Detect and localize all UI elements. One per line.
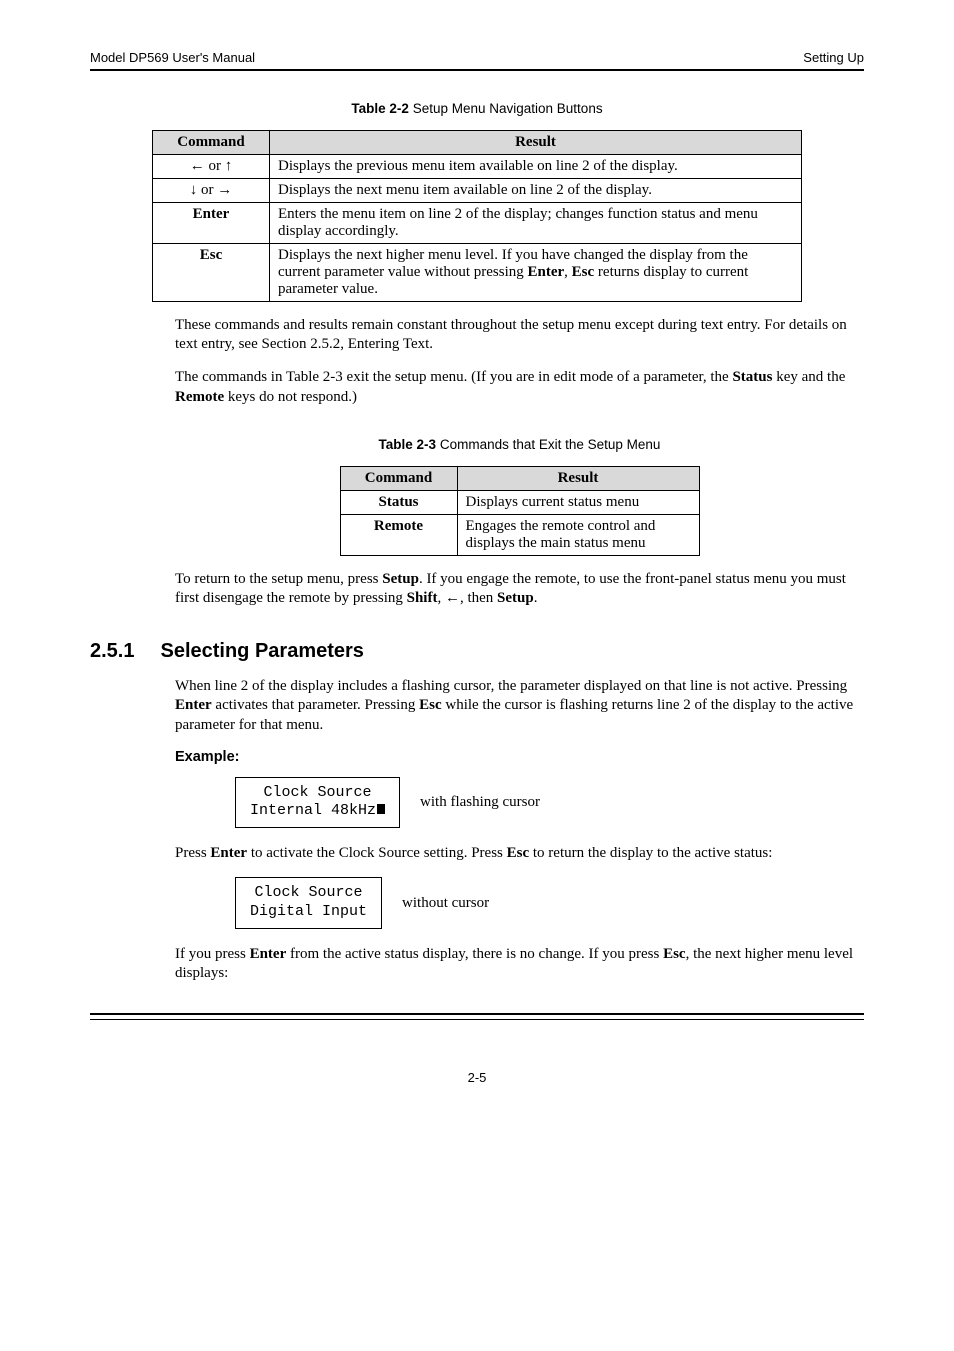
text: . [534, 590, 538, 606]
section-title: Selecting Parameters [160, 640, 363, 663]
result-cell: Enters the menu item on line 2 of the di… [270, 203, 802, 244]
cmd-cell: Remote [340, 514, 457, 555]
text: Press [175, 845, 210, 861]
caption-bold: Table 2-2 [351, 101, 409, 116]
bold: Enter [528, 264, 565, 280]
bold: Esc [507, 845, 530, 861]
cmd-cell: Enter [153, 203, 270, 244]
lcd-line-2: Digital Input [250, 903, 367, 922]
text: , ←, then [437, 590, 497, 606]
bold: Enter [210, 845, 247, 861]
table-2-2-caption: Table 2-2 Setup Menu Navigation Buttons [90, 101, 864, 116]
result-cell: Displays current status menu [457, 490, 699, 514]
lcd-note: without cursor [402, 895, 489, 912]
text: To return to the setup menu, press [175, 571, 382, 587]
bold: Setup [382, 571, 419, 587]
table-row: Esc Displays the next higher menu level.… [153, 244, 802, 302]
table-row: Remote Engages the remote control and di… [340, 514, 699, 555]
lcd-example-2: Clock Source Digital Input without curso… [235, 877, 864, 929]
bold: Setup [497, 590, 534, 606]
result-cell: Displays the next menu item available on… [270, 179, 802, 203]
caption-bold: Table 2-3 [379, 437, 437, 452]
page: Model DP569 User's Manual Setting Up Tab… [0, 0, 954, 1351]
caption-rest: Setup Menu Navigation Buttons [413, 101, 603, 116]
header-left: Model DP569 User's Manual [90, 50, 255, 65]
paragraph: These commands and results remain consta… [175, 316, 864, 354]
lcd-line-1: Clock Source [250, 784, 385, 803]
text: , [564, 264, 572, 280]
text: Internal 48kHz [250, 802, 376, 819]
header-rule [90, 69, 864, 71]
text: key and the [772, 369, 845, 385]
footer-rule-thick [90, 1013, 864, 1015]
paragraph: Press Enter to activate the Clock Source… [175, 844, 864, 863]
cursor-icon [377, 804, 385, 814]
lcd-line-2: Internal 48kHz [250, 802, 385, 821]
table-2-2: Command Result ← or ↑ Displays the previ… [152, 130, 802, 302]
paragraph: The commands in Table 2-3 exit the setup… [175, 368, 864, 406]
body-content: When line 2 of the display includes a fl… [175, 677, 864, 983]
table-row: Status Displays current status menu [340, 490, 699, 514]
col-header-command: Command [153, 131, 270, 155]
bold: Enter [175, 697, 212, 713]
header-right: Setting Up [803, 50, 864, 65]
text: keys do not respond.) [224, 389, 357, 405]
lcd-display: Clock Source Internal 48kHz [235, 777, 400, 829]
lcd-line-1: Clock Source [250, 884, 367, 903]
paragraph: To return to the setup menu, press Setup… [175, 570, 864, 608]
cmd-cell: Status [340, 490, 457, 514]
bold: Esc [419, 697, 442, 713]
example-label: Example: [175, 749, 864, 765]
text: to activate the Clock Source setting. Pr… [247, 845, 507, 861]
table-row: ← or ↑ Displays the previous menu item a… [153, 155, 802, 179]
bold: Esc [572, 264, 595, 280]
result-cell: Displays the next higher menu level. If … [270, 244, 802, 302]
text: The commands in Table 2-3 exit the setup… [175, 369, 732, 385]
section-heading: 2.5.1 Selecting Parameters [90, 640, 864, 663]
text: to return the display to the active stat… [529, 845, 772, 861]
bold: Remote [175, 389, 224, 405]
col-header-result: Result [457, 466, 699, 490]
table-row: Command Result [153, 131, 802, 155]
text: from the active status display, there is… [286, 946, 663, 962]
result-cell: Displays the previous menu item availabl… [270, 155, 802, 179]
caption-rest: Commands that Exit the Setup Menu [440, 437, 661, 452]
table-row: ↓ or → Displays the next menu item avail… [153, 179, 802, 203]
running-header: Model DP569 User's Manual Setting Up [90, 50, 864, 69]
table-row: Command Result [340, 466, 699, 490]
footer-rule-thin [90, 1019, 864, 1020]
text: activates that parameter. Pressing [212, 697, 419, 713]
bold: Esc [663, 946, 686, 962]
footer-rules [90, 1013, 864, 1020]
col-header-result: Result [270, 131, 802, 155]
paragraph: When line 2 of the display includes a fl… [175, 677, 864, 735]
text: If you press [175, 946, 250, 962]
lcd-example-1: Clock Source Internal 48kHz with flashin… [235, 777, 864, 829]
table-row: Enter Enters the menu item on line 2 of … [153, 203, 802, 244]
text: When line 2 of the display includes a fl… [175, 678, 847, 694]
section-number: 2.5.1 [90, 640, 134, 663]
table-2-3-caption: Table 2-3 Commands that Exit the Setup M… [175, 437, 864, 452]
cmd-cell: ↓ or → [153, 179, 270, 203]
paragraph: If you press Enter from the active statu… [175, 945, 864, 983]
result-cell: Engages the remote control and displays … [457, 514, 699, 555]
bold: Status [732, 369, 772, 385]
bold: Enter [250, 946, 287, 962]
cmd-cell: Esc [153, 244, 270, 302]
page-number: 2-5 [90, 1070, 864, 1085]
cmd-cell: ← or ↑ [153, 155, 270, 179]
lcd-note: with flashing cursor [420, 794, 540, 811]
body-content: These commands and results remain consta… [175, 316, 864, 608]
table-2-3: Command Result Status Displays current s… [340, 466, 700, 556]
col-header-command: Command [340, 466, 457, 490]
bold: Shift [407, 590, 438, 606]
lcd-display: Clock Source Digital Input [235, 877, 382, 929]
